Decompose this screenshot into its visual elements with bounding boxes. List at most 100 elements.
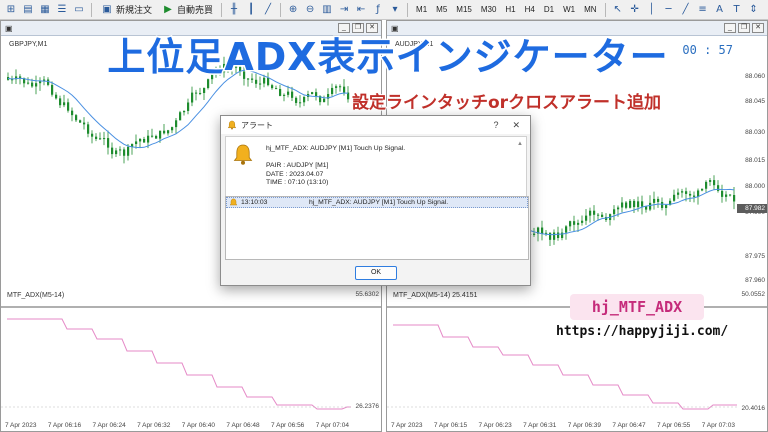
- close-icon[interactable]: ✕: [752, 23, 764, 33]
- zoom-out-icon[interactable]: ⊖: [303, 3, 317, 17]
- candle-body: [295, 97, 298, 103]
- candle-body: [87, 124, 90, 134]
- scroll-up-icon[interactable]: ▲: [517, 141, 523, 147]
- product-tag: hj_MTF_ADX: [570, 294, 704, 320]
- bell-icon: [227, 120, 237, 130]
- candle-body: [581, 220, 584, 223]
- candle-body: [59, 98, 62, 106]
- terminal-icon[interactable]: ▭: [72, 3, 86, 17]
- alert-message-text: hj_MTF_ADX: AUDJPY [M1] Touch Up Signal.…: [266, 145, 405, 188]
- minimize-icon[interactable]: _: [338, 23, 350, 33]
- candle-body: [55, 94, 58, 99]
- time-label: 7 Apr 06:40: [181, 422, 216, 429]
- auto-trade-button[interactable]: ▶ 自動売買: [158, 2, 216, 18]
- tile-windows-icon[interactable]: ▥: [320, 3, 334, 17]
- channel-icon[interactable]: ≡: [696, 3, 710, 17]
- help-icon[interactable]: ?: [493, 120, 498, 131]
- candle-body: [187, 102, 190, 111]
- timeframe-d1[interactable]: D1: [541, 3, 557, 17]
- minimize-icon[interactable]: _: [724, 23, 736, 33]
- candle-body: [549, 232, 552, 240]
- line-chart-icon[interactable]: ╱: [261, 3, 275, 17]
- toolbar-separator: [280, 2, 282, 17]
- timeframe-m30[interactable]: M30: [478, 3, 500, 17]
- time-label: 7 Apr 07:03: [701, 422, 735, 429]
- indicators-icon[interactable]: ƒ: [371, 3, 385, 17]
- candle-body: [183, 110, 186, 113]
- candle-body: [617, 207, 620, 210]
- arrows-icon[interactable]: ⇕: [747, 3, 761, 17]
- timeframe-mn[interactable]: MN: [581, 3, 599, 17]
- adx-chart[interactable]: [1, 311, 351, 415]
- candle-body: [107, 138, 110, 148]
- bell-icon: [233, 144, 253, 165]
- crosshair-icon[interactable]: ✛: [628, 3, 642, 17]
- close-icon[interactable]: ✕: [366, 23, 378, 33]
- site-url: https://happyjiji.com/: [552, 322, 733, 341]
- zoom-in-icon[interactable]: ⊕: [286, 3, 300, 17]
- candle-body: [613, 209, 616, 215]
- timeframe-m5[interactable]: M5: [433, 3, 450, 17]
- alert-history-list[interactable]: 13:10:03 hj_MTF_ADX: AUDJPY [M1] Touch U…: [225, 196, 529, 260]
- candle-body: [585, 215, 588, 221]
- candlestick-icon[interactable]: ┃: [244, 3, 258, 17]
- candle-body: [99, 138, 102, 140]
- candle-body: [63, 102, 66, 106]
- close-icon[interactable]: ✕: [512, 120, 520, 131]
- candle-body: [207, 79, 210, 89]
- indicator-axis: 50.0552 20.4016: [737, 287, 767, 417]
- horizontal-line-icon[interactable]: ─: [662, 3, 676, 17]
- candle-body: [589, 210, 592, 216]
- candle-body: [315, 92, 318, 97]
- timeframe-h4[interactable]: H4: [522, 3, 538, 17]
- candle-body: [119, 149, 122, 151]
- candle-body: [287, 91, 290, 95]
- navigator-icon[interactable]: ☰: [55, 3, 69, 17]
- candle-body: [673, 194, 676, 201]
- profiles-icon[interactable]: ▤: [21, 3, 35, 17]
- templates-icon[interactable]: ▾: [388, 3, 402, 17]
- price-label: 87.960: [745, 277, 765, 284]
- candle-body: [677, 192, 680, 195]
- timeframe-w1[interactable]: W1: [560, 3, 578, 17]
- candle-body: [199, 92, 202, 94]
- time-label: 7 Apr 06:23: [478, 422, 512, 429]
- autoscroll-icon[interactable]: ⇥: [337, 3, 351, 17]
- candle-body: [339, 86, 342, 88]
- price-label: 88.045: [745, 98, 765, 105]
- window-controls: _ ❐ ✕: [724, 23, 767, 33]
- timeframe-h1[interactable]: H1: [502, 3, 518, 17]
- alert-dialog-titlebar[interactable]: アラート ? ✕: [221, 116, 530, 134]
- candle-body: [681, 191, 684, 193]
- ok-button[interactable]: OK: [355, 266, 397, 280]
- candle-body: [665, 205, 668, 209]
- market-watch-icon[interactable]: ▦: [38, 3, 52, 17]
- timeframe-m15[interactable]: M15: [453, 3, 475, 17]
- new-chart-icon[interactable]: ⊞: [4, 3, 18, 17]
- candle-body: [335, 86, 338, 88]
- bar-chart-icon[interactable]: ╫: [227, 3, 241, 17]
- restore-icon[interactable]: ❐: [352, 23, 364, 33]
- new-order-button[interactable]: ▣ 新規注文: [97, 2, 155, 18]
- label-icon[interactable]: T: [730, 3, 744, 17]
- chart-shift-icon[interactable]: ⇤: [354, 3, 368, 17]
- candle-body: [179, 112, 182, 121]
- cursor-icon[interactable]: ↖: [611, 3, 625, 17]
- trendline-icon[interactable]: ╱: [679, 3, 693, 17]
- candle-body: [717, 185, 720, 191]
- candle-body: [51, 84, 54, 95]
- candle-body: [91, 133, 94, 137]
- candle-body: [657, 198, 660, 202]
- list-item-message: hj_MTF_ADX: AUDJPY [M1] Touch Up Signal.: [309, 199, 449, 206]
- list-item[interactable]: 13:10:03 hj_MTF_ADX: AUDJPY [M1] Touch U…: [226, 197, 528, 208]
- pane-separator[interactable]: [1, 306, 381, 308]
- candle-body: [259, 83, 262, 85]
- candle-body: [661, 201, 664, 209]
- timeframe-m1[interactable]: M1: [413, 3, 430, 17]
- text-icon[interactable]: A: [713, 3, 727, 17]
- candle-body: [331, 87, 334, 95]
- candle-body: [159, 130, 162, 139]
- vertical-line-icon[interactable]: │: [645, 3, 659, 17]
- restore-icon[interactable]: ❐: [738, 23, 750, 33]
- candle-body: [323, 98, 326, 103]
